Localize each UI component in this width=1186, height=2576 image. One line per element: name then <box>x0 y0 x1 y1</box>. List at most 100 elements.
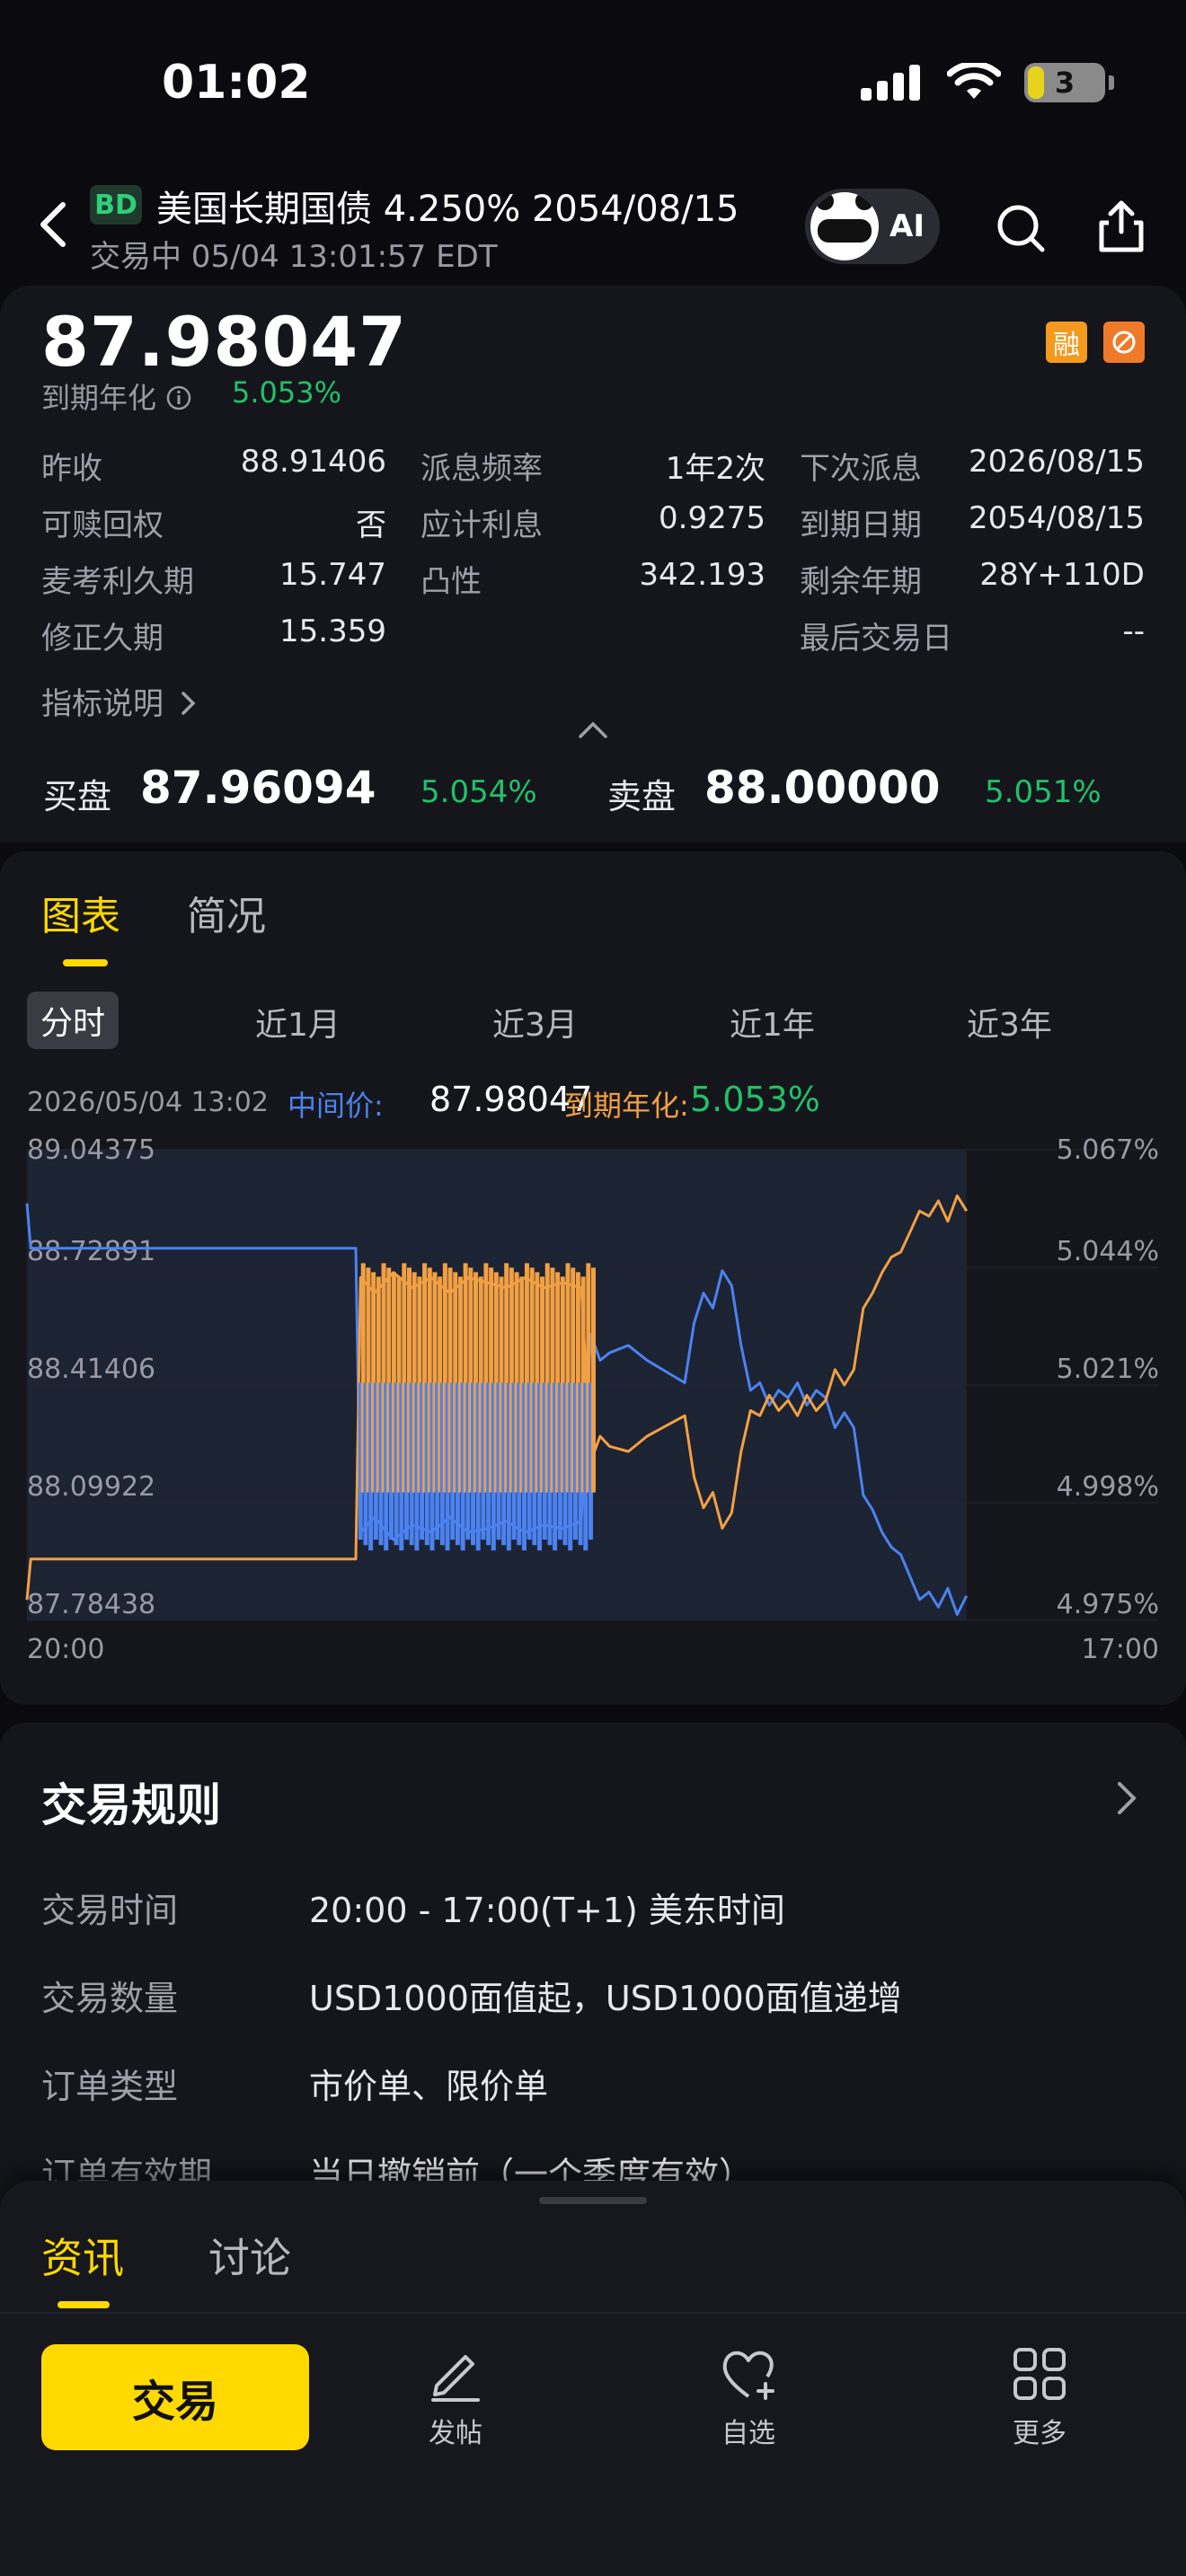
sheet-drag-handle[interactable] <box>539 2197 647 2204</box>
metric-label: 下次派息 <box>800 451 922 487</box>
signal-icon <box>861 65 920 101</box>
bond-type-badge: BD <box>90 185 142 225</box>
metric-value: -- <box>1122 613 1145 649</box>
ytm-value: 5.053% <box>232 375 342 410</box>
rule-value: 20:00 - 17:00(T+1) 美东时间 <box>309 1891 785 1930</box>
pencil-icon <box>431 2355 480 2402</box>
metric-explain-link[interactable]: 指标说明 <box>41 679 199 723</box>
share-icon[interactable] <box>1096 199 1146 253</box>
nav-more[interactable]: 更多 <box>963 2342 1116 2459</box>
collapse-chevron-icon[interactable] <box>577 719 609 740</box>
y-left-tick-label: 87.78438 <box>27 1589 155 1620</box>
status-icons: 3 <box>861 63 1114 102</box>
chevron-right-icon <box>181 692 196 715</box>
metric-label: 最后交易日 <box>800 621 952 657</box>
metric-value: 342.193 <box>639 557 766 593</box>
range-tab-1m[interactable]: 近1月 <box>255 999 341 1045</box>
ask-label: 卖盘 <box>607 777 677 816</box>
info-icon[interactable] <box>165 384 192 411</box>
tab-discussion[interactable]: 讨论 <box>208 2226 291 2285</box>
ai-label: AI <box>890 208 925 244</box>
y-left-tick-label: 89.04375 <box>27 1134 155 1166</box>
tab-news[interactable]: 资讯 <box>41 2226 124 2285</box>
trade-status: 交易中 05/04 13:01:57 EDT <box>90 239 498 275</box>
ask-yield: 5.051% <box>985 774 1102 810</box>
metric-value: 88.91406 <box>240 444 386 480</box>
metric-label: 麦考利久期 <box>41 564 194 600</box>
metric-value: 2054/08/15 <box>969 500 1145 536</box>
y-right-tick-label: 5.067% <box>1057 1134 1159 1166</box>
x-tick-label: 17:00 <box>1082 1634 1159 1662</box>
y-right-tick-label: 4.975% <box>1057 1589 1159 1620</box>
ytm-label[interactable]: 到期年化 <box>41 375 192 417</box>
status-time: 01:02 <box>162 56 311 110</box>
heart-plus-icon <box>722 2351 774 2400</box>
metric-value: 15.747 <box>279 557 386 593</box>
search-icon[interactable] <box>996 203 1046 253</box>
nav-watchlist-label: 自选 <box>721 2418 775 2449</box>
y-left-tick-label: 88.41406 <box>27 1354 155 1385</box>
rule-value: 市价单、限价单 <box>309 2067 549 2106</box>
metric-label: 剩余年期 <box>800 564 922 600</box>
chart-crosshair-date: 2026/05/04 13:02 <box>27 1087 269 1118</box>
sheet-divider <box>0 2312 1186 2314</box>
bond-title: 美国长期国债 4.250% 2054/08/15 <box>156 189 739 230</box>
bid-label: 买盘 <box>43 777 112 816</box>
metric-value: 2026/08/15 <box>969 444 1145 480</box>
bid-price: 87.96094 <box>140 762 376 814</box>
nav-watchlist[interactable]: 自选 <box>672 2342 825 2459</box>
chart-ytm-label: 到期年化: <box>564 1089 689 1123</box>
battery-icon: 3 <box>1024 63 1105 102</box>
ai-mascot-icon <box>810 192 879 260</box>
back-icon[interactable] <box>36 199 72 250</box>
margin-badge[interactable]: 融 <box>1046 322 1087 363</box>
tab-overview[interactable]: 简况 <box>187 884 266 941</box>
range-tab-intraday[interactable]: 分时 <box>27 992 119 1049</box>
metric-label: 可赎回权 <box>41 507 164 543</box>
rule-label: 交易时间 <box>41 1891 179 1930</box>
wifi-icon <box>947 63 1001 99</box>
ask-price: 88.00000 <box>704 762 941 814</box>
x-tick-label: 20:00 <box>27 1634 104 1662</box>
battery-cap <box>1109 75 1114 90</box>
rule-label: 交易数量 <box>41 1979 179 2018</box>
metric-value: 1年2次 <box>665 451 766 487</box>
trade-button[interactable]: 交易 <box>41 2344 309 2450</box>
y-right-tick-label: 5.044% <box>1057 1236 1159 1267</box>
rule-label: 订单类型 <box>41 2067 179 2106</box>
tab-indicator <box>63 959 108 966</box>
chart-ytm-value: 5.053% <box>690 1080 820 1119</box>
range-tab-3m[interactable]: 近3月 <box>492 999 578 1045</box>
last-price: 87.98047 <box>41 302 408 382</box>
y-right-tick-label: 5.021% <box>1057 1354 1159 1385</box>
nav-post[interactable]: 发帖 <box>379 2342 532 2459</box>
metric-label: 应计利息 <box>420 507 543 543</box>
chevron-right-icon[interactable] <box>1114 1778 1139 1818</box>
rule-value: USD1000面值起，USD1000面值递增 <box>309 1979 902 2018</box>
trade-rules-title[interactable]: 交易规则 <box>41 1769 221 1834</box>
nav-more-label: 更多 <box>1013 2418 1067 2449</box>
metric-label: 凸性 <box>420 564 482 600</box>
metric-value: 0.9275 <box>659 500 766 536</box>
mid-price-label: 中间价: <box>288 1089 384 1123</box>
y-right-tick-label: 4.998% <box>1057 1471 1159 1503</box>
metric-label: 派息频率 <box>420 451 543 487</box>
intraday-chart[interactable]: 89.04375 88.72891 88.41406 88.09922 87.78438… <box>0 1123 1186 1662</box>
y-left-tick-label: 88.72891 <box>27 1236 155 1267</box>
range-tab-1y[interactable]: 近1年 <box>730 999 815 1045</box>
metric-label: 昨收 <box>41 451 102 487</box>
bid-yield: 5.054% <box>420 774 537 810</box>
metric-value: 28Y+110D <box>979 557 1145 593</box>
nav-post-label: 发帖 <box>429 2418 482 2449</box>
no-short-icon[interactable] <box>1103 322 1145 363</box>
metric-label: 修正久期 <box>41 621 164 657</box>
ai-assistant-button[interactable]: AI <box>805 189 940 264</box>
news-tab-indicator <box>58 2301 110 2308</box>
tab-chart[interactable]: 图表 <box>41 884 120 941</box>
metric-label: 到期日期 <box>800 507 922 543</box>
metric-value: 15.359 <box>279 613 386 649</box>
grid-icon <box>1013 2348 1066 2400</box>
range-tab-3y[interactable]: 近3年 <box>967 999 1052 1045</box>
y-left-tick-label: 88.09922 <box>27 1471 155 1503</box>
metric-value: 否 <box>356 507 386 543</box>
